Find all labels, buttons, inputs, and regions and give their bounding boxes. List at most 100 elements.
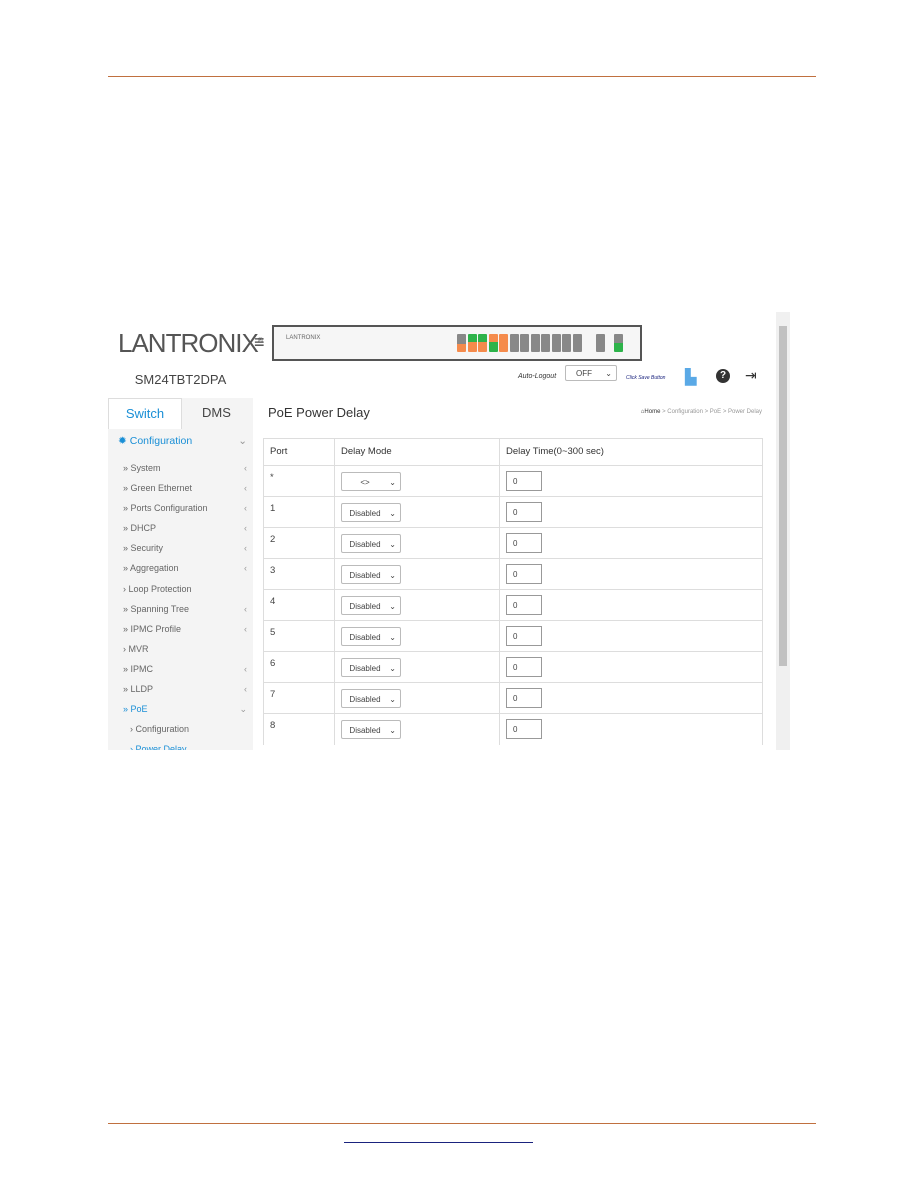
auto-logout-select[interactable]: OFF ⌄ xyxy=(565,365,617,381)
delay-time-input[interactable]: 0 xyxy=(506,626,542,646)
chevron-down-icon: ⌄ xyxy=(389,509,396,518)
switch-front-panel: LANTRONIX xyxy=(272,325,642,361)
scrollbar[interactable] xyxy=(776,312,790,750)
help-icon[interactable]: ? xyxy=(716,369,730,383)
port-cell: 3 xyxy=(263,558,335,590)
table-row: 2 Disabled ⌄ 0 xyxy=(263,527,763,559)
model-name: SM24TBT2DPA xyxy=(134,372,227,387)
port-cell: 1 xyxy=(263,496,335,528)
panel-label: LANTRONIX xyxy=(286,335,321,341)
sidebar-menu: ✹ Configuration ⌄ » System ‹» Green Ethern… xyxy=(108,432,253,750)
page-title: PoE Power Delay xyxy=(268,405,370,420)
tab-dms[interactable]: DMS xyxy=(180,398,253,428)
chevron-down-icon: ⌄ xyxy=(389,695,396,704)
delay-mode-select[interactable]: <> ⌄ xyxy=(341,472,401,491)
menu-item[interactable]: » LLDP ‹ xyxy=(108,679,253,699)
tab-switch[interactable]: Switch xyxy=(108,398,182,429)
menu-configuration[interactable]: ✹ Configuration ⌄ xyxy=(108,432,253,458)
chevron-down-icon: ⌄ xyxy=(389,602,396,611)
home-link[interactable]: ⌂Home xyxy=(641,409,661,415)
menu-item[interactable]: » Aggregation ‹ xyxy=(108,558,253,578)
menu-item[interactable]: » DHCP ‹ xyxy=(108,518,253,538)
power-delay-table: Port Delay Mode Delay Time(0~300 sec) * … xyxy=(263,438,763,745)
delay-time-input[interactable]: 0 xyxy=(506,502,542,522)
menu-item[interactable]: » IPMC Profile ‹ xyxy=(108,619,253,639)
table-row: 5 Disabled ⌄ 0 xyxy=(263,620,763,652)
scrollbar-thumb[interactable] xyxy=(779,326,787,666)
port-led xyxy=(572,334,582,352)
port-led xyxy=(467,334,477,352)
menu-item[interactable]: » Green Ethernet ‹ xyxy=(108,478,253,498)
delay-time-input[interactable]: 0 xyxy=(506,719,542,739)
save-icon[interactable]: ▙ xyxy=(685,368,697,386)
ui-screenshot: LANTRONIX® ≡ LANTRONIX SM24TBT2DPA Switc… xyxy=(108,312,790,750)
header-rule xyxy=(108,76,816,77)
table-row: 3 Disabled ⌄ 0 xyxy=(263,558,763,590)
hamburger-menu-icon[interactable]: ≡ xyxy=(254,332,265,353)
table-row: * <> ⌄ 0 xyxy=(263,465,763,497)
port-led xyxy=(499,334,508,352)
menu-item[interactable]: » Spanning Tree ‹ xyxy=(108,599,253,619)
port-led xyxy=(457,334,466,352)
footer-rule xyxy=(108,1123,816,1124)
logout-icon[interactable]: ⇥ xyxy=(745,367,757,384)
col-delay-mode: Delay Mode xyxy=(334,438,500,466)
col-delay-time: Delay Time(0~300 sec) xyxy=(499,438,763,466)
chevron-down-icon: ⌄ xyxy=(389,478,396,487)
menu-item[interactable]: › MVR xyxy=(108,639,253,659)
delay-mode-select[interactable]: Disabled ⌄ xyxy=(341,689,401,708)
delay-mode-select[interactable]: Disabled ⌄ xyxy=(341,720,401,739)
port-led xyxy=(488,334,498,352)
table-row: 4 Disabled ⌄ 0 xyxy=(263,589,763,621)
port-led xyxy=(509,334,519,352)
port-cell: 8 xyxy=(263,713,335,745)
delay-time-input[interactable]: 0 xyxy=(506,471,542,491)
footer-link[interactable] xyxy=(344,1142,533,1143)
document-page: LANTRONIX® ≡ LANTRONIX SM24TBT2DPA Switc… xyxy=(0,0,918,1188)
delay-time-input[interactable]: 0 xyxy=(506,657,542,677)
gear-icon: ✹ xyxy=(118,435,127,447)
lantronix-logo: LANTRONIX® xyxy=(118,328,263,358)
breadcrumb: ⌂Home > Configuration > PoE > Power Dela… xyxy=(640,409,762,415)
port-led xyxy=(596,334,605,352)
delay-mode-select[interactable]: Disabled ⌄ xyxy=(341,565,401,584)
port-led xyxy=(520,334,529,352)
delay-time-input[interactable]: 0 xyxy=(506,533,542,553)
submenu-item[interactable]: › Configuration xyxy=(108,719,253,739)
table-row: 7 Disabled ⌄ 0 xyxy=(263,682,763,714)
port-led xyxy=(541,334,550,352)
port-cell: 7 xyxy=(263,682,335,714)
port-cell: 2 xyxy=(263,527,335,559)
table-row: 1 Disabled ⌄ 0 xyxy=(263,496,763,528)
delay-mode-select[interactable]: Disabled ⌄ xyxy=(341,596,401,615)
delay-time-input[interactable]: 0 xyxy=(506,688,542,708)
menu-item[interactable]: » IPMC ‹ xyxy=(108,659,253,679)
port-led xyxy=(478,334,487,352)
port-led xyxy=(614,334,623,352)
menu-item[interactable]: » Ports Configuration ‹ xyxy=(108,498,253,518)
chevron-down-icon: ⌄ xyxy=(389,664,396,673)
menu-item[interactable]: » PoE ⌄ xyxy=(108,699,253,719)
top-toolbar: Auto-Logout OFF ⌄ Click Save Button ▙ ? ⇥ xyxy=(253,360,778,398)
menu-item[interactable]: » System ‹ xyxy=(108,458,253,478)
menu-item[interactable]: » Security ‹ xyxy=(108,538,253,558)
delay-time-input[interactable]: 0 xyxy=(506,595,542,615)
delay-mode-select[interactable]: Disabled ⌄ xyxy=(341,503,401,522)
menu-item[interactable]: › Loop Protection xyxy=(108,579,253,599)
chevron-down-icon: ⌄ xyxy=(389,540,396,549)
chevron-down-icon: ⌄ xyxy=(389,571,396,580)
table-row: 6 Disabled ⌄ 0 xyxy=(263,651,763,683)
delay-mode-select[interactable]: Disabled ⌄ xyxy=(341,658,401,677)
col-port: Port xyxy=(263,438,335,466)
delay-mode-select[interactable]: Disabled ⌄ xyxy=(341,534,401,553)
chevron-down-icon: ⌄ xyxy=(389,726,396,735)
port-cell: 5 xyxy=(263,620,335,652)
submenu-item[interactable]: › Power Delay xyxy=(108,739,253,750)
delay-time-input[interactable]: 0 xyxy=(506,564,542,584)
auto-logout-label: Auto-Logout xyxy=(518,373,557,380)
port-led xyxy=(530,334,540,352)
delay-mode-select[interactable]: Disabled ⌄ xyxy=(341,627,401,646)
port-led xyxy=(551,334,561,352)
port-cell: * xyxy=(263,465,335,497)
chevron-down-icon: ⌄ xyxy=(389,633,396,642)
